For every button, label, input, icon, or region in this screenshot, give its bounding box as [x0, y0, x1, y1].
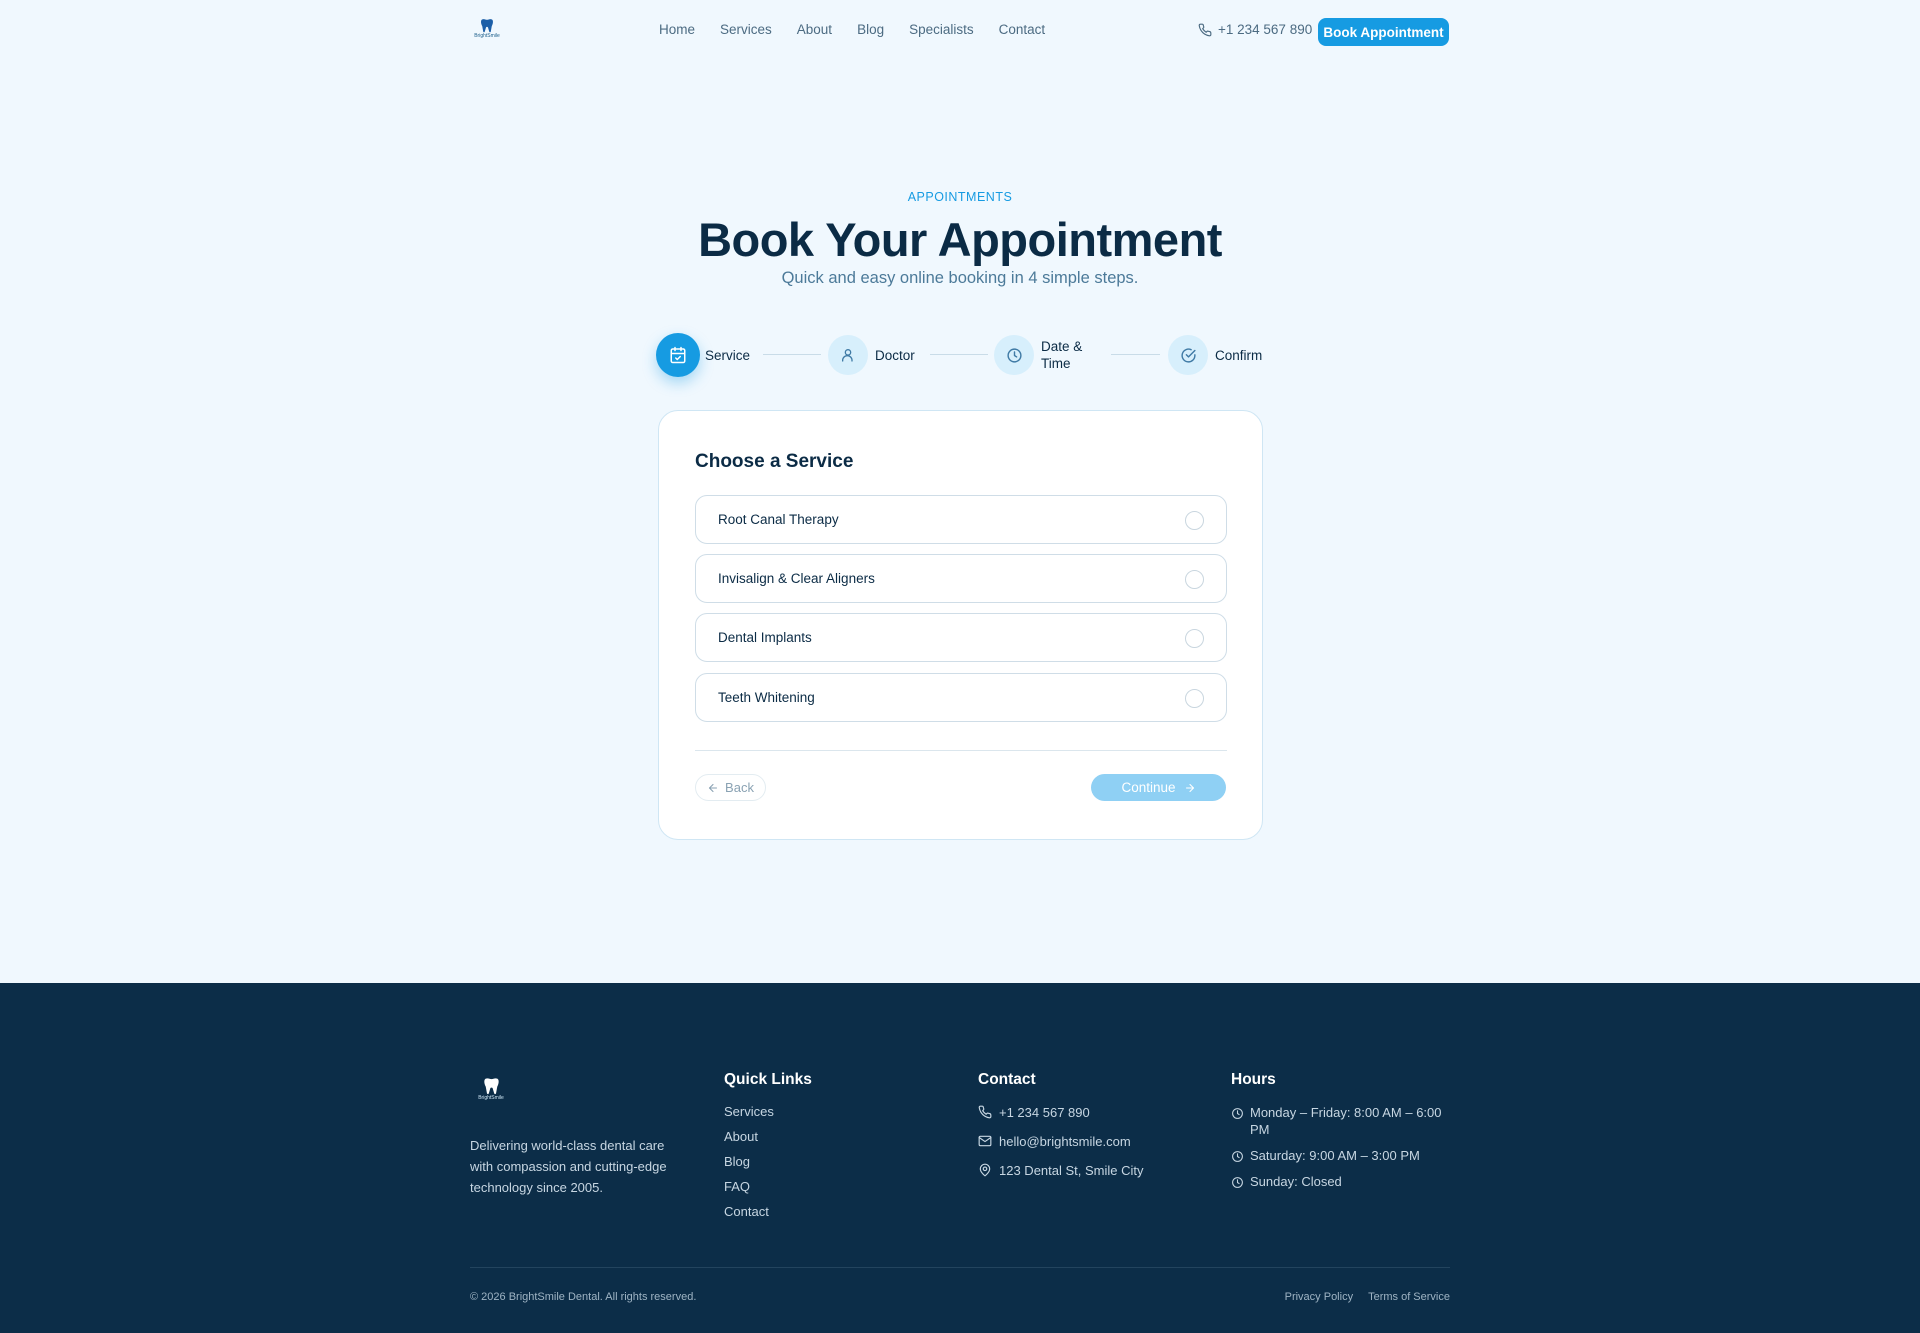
radio-button[interactable] [1185, 511, 1204, 530]
service-option-label: Invisalign & Clear Aligners [718, 571, 875, 586]
service-option-label: Teeth Whitening [718, 690, 815, 705]
step-label: Service [705, 347, 751, 363]
nav-link-specialists[interactable]: Specialists [909, 22, 974, 37]
terms-of-service-link[interactable]: Terms of Service [1368, 1291, 1450, 1303]
footer-hours-text: Monday – Friday: 8:00 AM – 6:00 PM [1250, 1105, 1442, 1137]
footer-link-services[interactable]: Services [724, 1104, 774, 1120]
check-circle-icon [1180, 347, 1196, 363]
step-label: Confirm [1215, 347, 1263, 363]
footer-hours-text: Saturday: 9:00 AM – 3:00 PM [1250, 1148, 1420, 1163]
footer-heading-contact: Contact [978, 1071, 1036, 1088]
continue-button-label: Continue [1121, 780, 1176, 795]
booking-stepper: Service Doctor Date & Time Confirm [656, 333, 1266, 377]
footer-hours: Monday – Friday: 8:00 AM – 6:00 PM Satur… [1231, 1104, 1451, 1199]
clock-icon [1232, 1177, 1243, 1188]
continue-button[interactable]: Continue [1091, 774, 1226, 801]
calendar-check-icon [670, 346, 686, 364]
nav-link-home[interactable]: Home [659, 22, 695, 37]
step-label: Date & Time [1041, 339, 1083, 371]
step-label: Doctor [875, 347, 915, 363]
service-option-implants[interactable]: Dental Implants [695, 613, 1227, 662]
footer-description: Delivering world-class dental care with … [470, 1138, 667, 1195]
nav-link-services[interactable]: Services [720, 22, 772, 37]
back-button[interactable]: Back [695, 774, 766, 801]
footer-logo[interactable]: BrightSmile [474, 1077, 508, 1109]
service-option-label: Root Canal Therapy [718, 512, 839, 527]
footer-phone[interactable]: +1 234 567 890 [978, 1104, 1144, 1120]
brand-logo[interactable]: BrightSmile [470, 18, 504, 46]
stepper-connector [763, 354, 821, 355]
step-service[interactable]: Service [656, 333, 750, 377]
radio-button[interactable] [1185, 629, 1204, 648]
clock-icon [1232, 1151, 1243, 1162]
footer-address: 123 Dental St, Smile City [978, 1162, 1144, 1178]
footer-heading-quick-links: Quick Links [724, 1071, 812, 1088]
step-doctor[interactable]: Doctor [828, 335, 915, 375]
footer-contact: +1 234 567 890 hello@brightsmile.com 123… [978, 1104, 1144, 1191]
service-option-whitening[interactable]: Teeth Whitening [695, 673, 1227, 722]
site-footer: BrightSmile Delivering world-class denta… [0, 983, 1920, 1333]
header-phone[interactable]: +1 234 567 890 [1198, 22, 1312, 37]
footer-hours-row: Saturday: 9:00 AM – 3:00 PM [1231, 1147, 1451, 1164]
brand-logo-text: BrightSmile [474, 33, 500, 39]
header-phone-number: +1 234 567 890 [1218, 22, 1313, 37]
page-title: Book Your Appointment [698, 213, 1222, 266]
nav-link-contact[interactable]: Contact [999, 22, 1046, 37]
service-selection-card: Choose a Service Root Canal Therapy Invi… [658, 410, 1263, 840]
phone-icon [1198, 23, 1212, 36]
footer-phone-number: +1 234 567 890 [999, 1104, 1090, 1120]
footer-link-about[interactable]: About [724, 1129, 774, 1145]
footer-address-text: 123 Dental St, Smile City [999, 1162, 1144, 1178]
arrow-right-icon [1185, 783, 1194, 792]
card-title: Choose a Service [695, 451, 854, 472]
step-doctor-badge [828, 335, 868, 375]
footer-copyright: © 2026 BrightSmile Dental. All rights re… [470, 1291, 697, 1303]
footer-logo-text: BrightSmile [478, 1095, 504, 1101]
arrow-left-icon [708, 783, 718, 792]
footer-hours-row: Monday – Friday: 8:00 AM – 6:00 PM [1231, 1104, 1451, 1138]
footer-hours-text: Sunday: Closed [1250, 1174, 1342, 1189]
service-option-label: Dental Implants [718, 630, 812, 645]
privacy-policy-link[interactable]: Privacy Policy [1285, 1291, 1353, 1303]
card-divider [695, 750, 1227, 751]
footer-quick-links: Services About Blog FAQ Contact [724, 1104, 774, 1229]
step-date-time[interactable]: Date & Time [994, 335, 1093, 375]
footer-hours-row: Sunday: Closed [1231, 1173, 1451, 1190]
section-eyebrow: APPOINTMENTS [907, 190, 1013, 204]
clock-icon [1006, 347, 1022, 363]
footer-email[interactable]: hello@brightsmile.com [978, 1133, 1144, 1149]
step-confirm-badge [1168, 335, 1208, 375]
service-option-root-canal[interactable]: Root Canal Therapy [695, 495, 1227, 544]
map-pin-icon [979, 1163, 991, 1177]
page-subtitle: Quick and easy online booking in 4 simpl… [781, 269, 1139, 287]
stepper-connector [930, 354, 988, 355]
footer-link-faq[interactable]: FAQ [724, 1179, 774, 1195]
footer-divider [470, 1267, 1450, 1268]
book-appointment-button[interactable]: Book Appointment [1318, 18, 1449, 46]
step-date-time-badge [994, 335, 1034, 375]
nav-link-about[interactable]: About [797, 22, 832, 37]
step-confirm[interactable]: Confirm [1168, 335, 1262, 375]
tooth-icon [481, 19, 493, 33]
mail-icon [978, 1135, 992, 1147]
footer-legal-links: Privacy Policy Terms of Service [1285, 1291, 1450, 1303]
radio-button[interactable] [1185, 689, 1204, 708]
user-icon [842, 349, 853, 362]
nav-link-blog[interactable]: Blog [857, 22, 884, 37]
clock-icon [1232, 1108, 1243, 1119]
step-service-badge [656, 333, 700, 377]
site-header: BrightSmile Home Services About Blog Spe… [0, 0, 1920, 62]
service-option-invisalign[interactable]: Invisalign & Clear Aligners [695, 554, 1227, 603]
phone-icon [978, 1105, 992, 1119]
radio-button[interactable] [1185, 570, 1204, 589]
footer-email-address: hello@brightsmile.com [999, 1133, 1131, 1149]
footer-link-blog[interactable]: Blog [724, 1154, 774, 1170]
footer-link-contact[interactable]: Contact [724, 1204, 774, 1220]
main-nav: Home Services About Blog Specialists Con… [659, 22, 1045, 37]
footer-heading-hours: Hours [1231, 1071, 1276, 1088]
stepper-connector [1111, 354, 1160, 355]
back-button-label: Back [725, 780, 754, 795]
tooth-icon [483, 1078, 499, 1095]
